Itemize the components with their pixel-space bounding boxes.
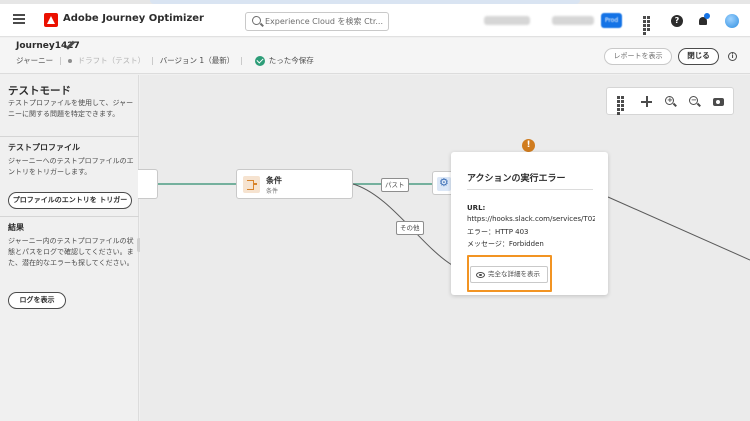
condition-title: 条件 [266,176,282,185]
search-icon [252,16,261,25]
saved-check-icon [254,55,265,66]
org-name-blurred[interactable] [484,16,530,25]
error-url-label: URL: [467,204,486,212]
zoom-out-icon[interactable]: − [689,96,698,105]
test-profile-text: ジャーニーへのテストプロファイルのエントリをトリガーします。 [8,157,134,176]
separator: | [240,56,243,65]
edge-label-path[interactable]: パスト [381,178,409,192]
adobe-logo-icon[interactable] [44,13,58,27]
test-mode-title: テストモード [8,85,71,97]
info-icon[interactable]: i [728,52,737,61]
sandbox-badge[interactable]: Prod [601,13,622,28]
grid-view-icon[interactable] [617,96,628,115]
divider [467,189,593,190]
journey-status: ドラフト（テスト） [77,56,146,65]
trigger-profile-entry-button[interactable]: プロファイルのエントリを トリガー [8,192,132,209]
journey-version: バージョン 1（最新） [159,56,235,65]
status-dot-icon [67,58,72,63]
separator: | [59,56,62,65]
save-status: たった今保存 [268,56,314,65]
custom-action-gear-icon [437,176,451,191]
journey-header: Journey1427 ジャーニー | ドラフト（テスト） | バージョン 1（… [0,38,750,74]
condition-icon [243,176,260,193]
app-name[interactable]: Adobe Journey Optimizer [63,13,204,24]
error-code: エラー：HTTP 403 [467,228,529,236]
zoom-in-icon[interactable]: + [665,96,674,105]
sandbox-name-blurred[interactable] [552,16,594,25]
app-switcher-grid-icon[interactable] [643,16,654,35]
error-title: アクションの実行エラー [467,174,566,184]
avatar[interactable] [725,14,739,28]
edit-pencil-icon[interactable] [66,41,74,49]
journey-canvas[interactable]: + − 条件 条件 パスト その他 ! アクションの実行エラー URL: htt… [138,75,750,421]
journey-type: ジャーニー [16,56,54,65]
results-heading: 結果 [8,223,24,232]
error-message: メッセージ：Forbidden [467,240,544,248]
test-profile-heading: テストプロファイル [8,143,80,152]
condition-subtitle: 条件 [266,188,279,195]
error-url-value: https://hooks.slack.com/services/T02 [467,215,595,223]
divider [0,136,139,137]
previous-activity-node[interactable] [138,169,158,199]
hamburger-menu-icon[interactable] [13,14,25,24]
separator: | [151,56,154,65]
journey-edges [158,183,750,266]
condition-node[interactable]: 条件 条件 [236,169,353,199]
view-report-button[interactable]: レポートを表示 [604,48,672,65]
edge-action-out [607,196,750,261]
eye-icon [476,272,485,278]
search-placeholder: Experience Cloud を検索 Ctr... [265,17,383,26]
edge-label-other[interactable]: その他 [396,221,424,235]
view-log-button[interactable]: ログを表示 [8,292,66,309]
divider [0,216,139,217]
close-button[interactable]: 閉じる [678,48,719,65]
canvas-toolbar: + − [606,87,734,115]
view-full-details-label: 完全な詳細を表示 [488,270,540,278]
app-header: Adobe Journey Optimizer Experience Cloud… [0,4,750,37]
fit-to-screen-icon[interactable] [641,96,652,107]
journey-meta: ジャーニー | ドラフト（テスト） | バージョン 1（最新） | たった今保存 [16,55,314,66]
test-mode-intro: テストプロファイルを使用して、ジャーニーに関する問題を特定できます。 [8,99,134,118]
test-mode-panel: テストモード テストプロファイルを使用して、ジャーニーに関する問題を特定できます… [0,75,141,421]
notification-dot [704,13,710,19]
screenshot-camera-icon[interactable] [713,98,724,106]
help-icon[interactable]: ? [671,15,683,27]
view-full-details-button[interactable]: 完全な詳細を表示 [470,266,548,283]
results-text: ジャーニー内のテストプロファイルの状態とパスをログで確認してください。また、潜在… [8,237,134,267]
search-input[interactable]: Experience Cloud を検索 Ctr... [245,12,389,31]
notifications-bell-icon[interactable] [698,13,710,26]
warning-icon[interactable]: ! [522,139,535,152]
